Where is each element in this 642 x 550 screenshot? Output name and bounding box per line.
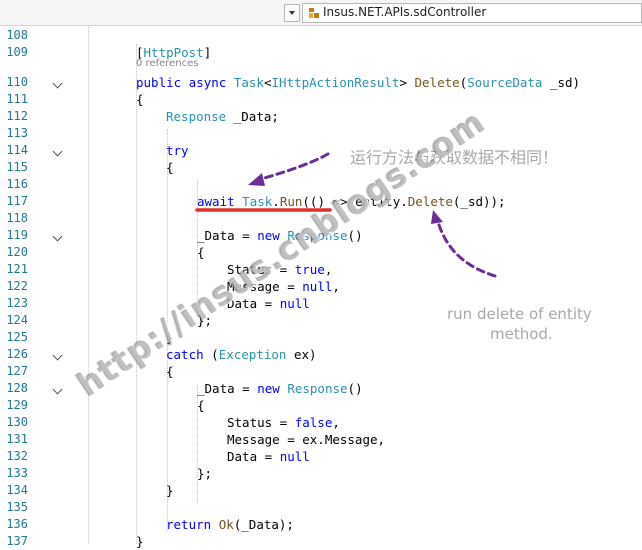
annotation-english-note-line2: method. (490, 325, 553, 343)
arrow-to-task-run (256, 152, 330, 182)
arrow-to-entity-delete (436, 220, 497, 278)
annotation-overlay (195, 152, 497, 278)
arrowhead-icon (431, 210, 443, 224)
arrowhead-icon (248, 173, 265, 186)
annotation-english-note-line1: run delete of entity (447, 305, 592, 323)
